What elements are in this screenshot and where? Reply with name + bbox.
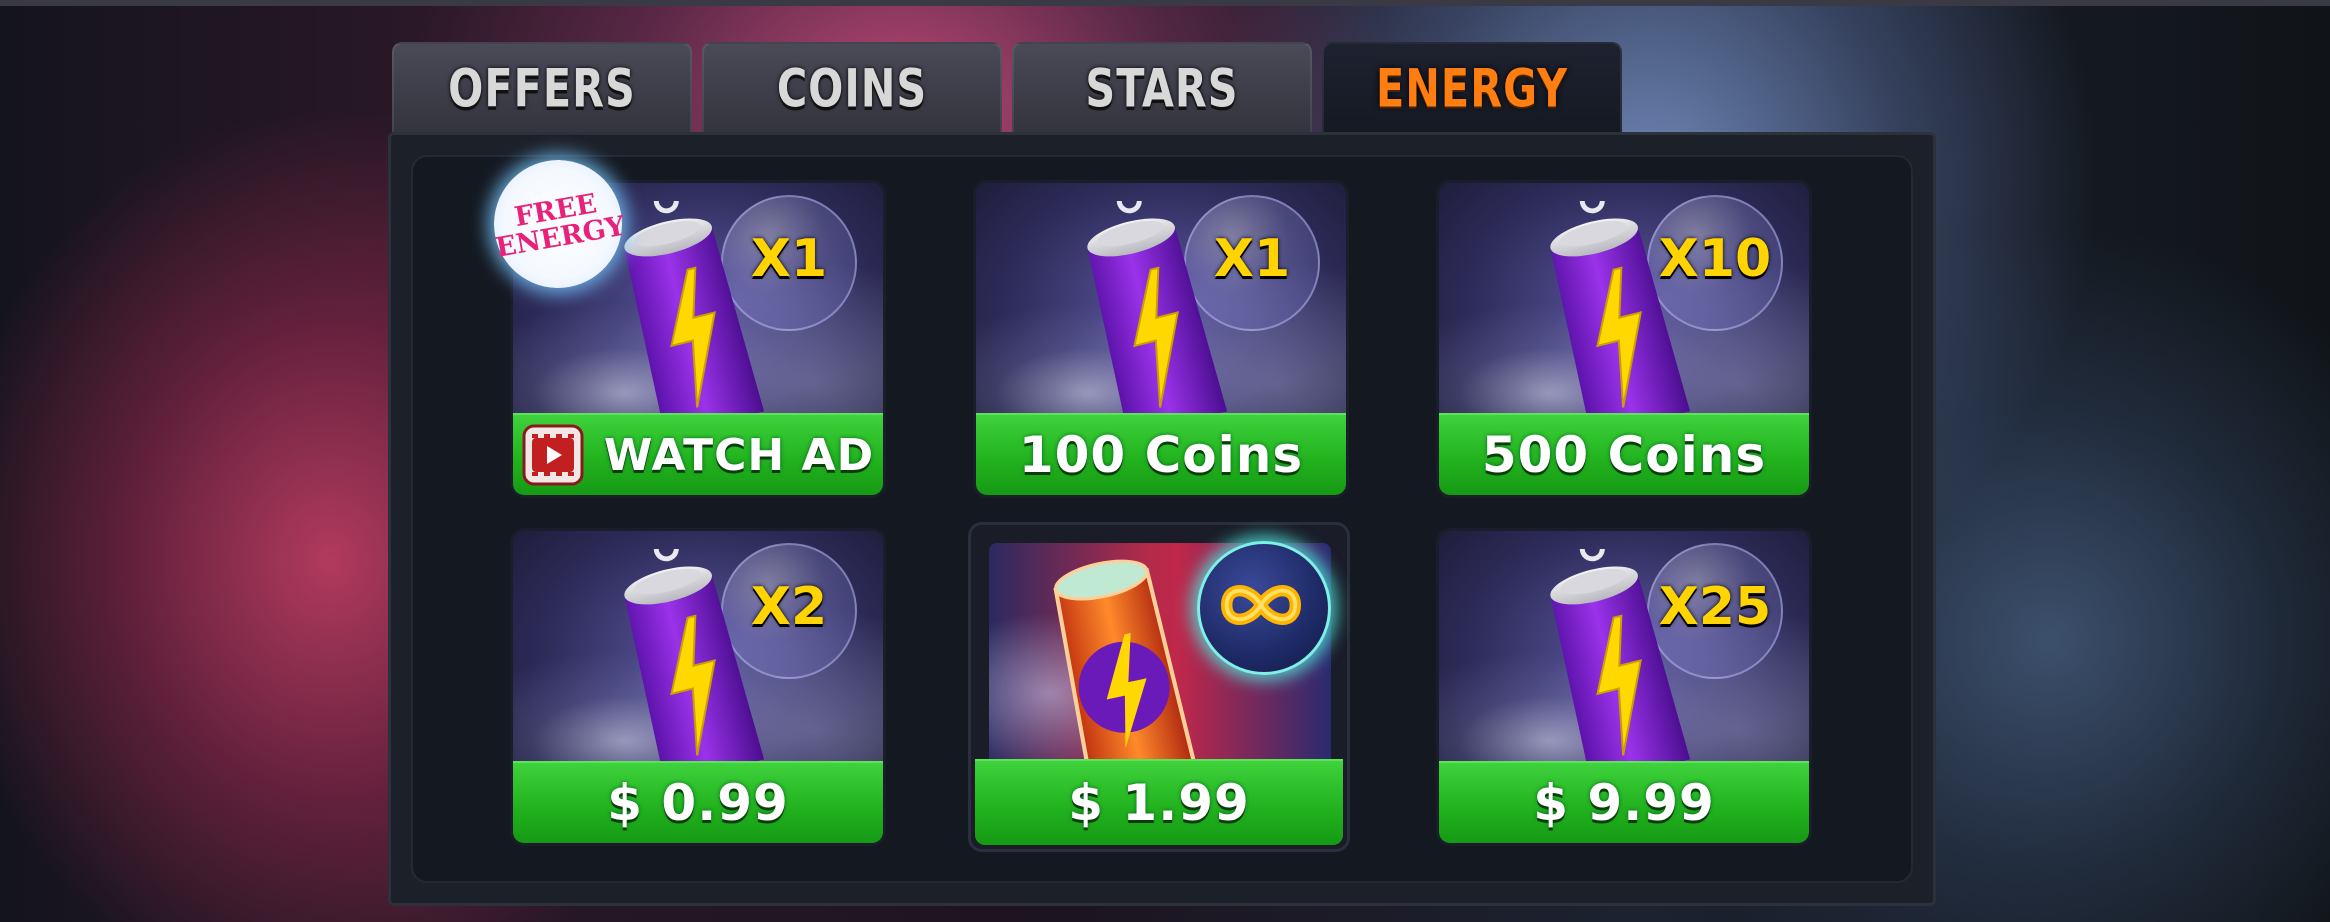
tab-energy[interactable]: ENERGY <box>1322 42 1622 132</box>
energy-can-icon <box>603 549 773 781</box>
price-label: $ 0.99 <box>607 774 789 832</box>
buy-button[interactable]: $ 9.99 <box>1439 761 1809 843</box>
buy-button[interactable]: 100 Coins <box>976 413 1346 495</box>
price-label: $ 1.99 <box>1068 774 1250 832</box>
tab-label: ENERGY <box>1376 56 1568 120</box>
top-border <box>0 0 2330 6</box>
energy-offer-x2[interactable]: X2 $ 0.99 <box>510 528 886 846</box>
energy-can-icon <box>1529 201 1699 433</box>
price-label: WATCH AD <box>603 429 875 481</box>
tab-offers[interactable]: OFFERS <box>392 42 692 132</box>
video-ad-icon <box>522 424 584 486</box>
energy-can-icon <box>1029 543 1209 775</box>
infinity-icon <box>1197 541 1331 675</box>
buy-button[interactable]: $ 0.99 <box>513 761 883 843</box>
energy-can-icon <box>1529 549 1699 781</box>
energy-can-icon <box>603 201 773 433</box>
tab-label: COINS <box>776 56 928 120</box>
tab-label: STARS <box>1085 56 1239 120</box>
energy-offer-500-coins[interactable]: X10 500 Coins <box>1436 180 1812 498</box>
energy-can-icon <box>1066 201 1236 433</box>
buy-button[interactable]: 500 Coins <box>1439 413 1809 495</box>
price-label: $ 9.99 <box>1533 774 1715 832</box>
energy-offer-x25[interactable]: X25 $ 9.99 <box>1436 528 1812 846</box>
tab-coins[interactable]: COINS <box>702 42 1002 132</box>
energy-offer-unlimited[interactable]: $ 1.99 <box>968 522 1350 852</box>
buy-button[interactable]: $ 1.99 <box>975 759 1343 845</box>
price-label: 500 Coins <box>1481 426 1767 484</box>
watch-ad-button[interactable]: WATCH AD <box>513 413 883 495</box>
energy-offer-100-coins[interactable]: X1 100 Coins <box>973 180 1349 498</box>
price-label: 100 Coins <box>1018 426 1304 484</box>
tab-stars[interactable]: STARS <box>1012 42 1312 132</box>
tab-label: OFFERS <box>448 56 636 120</box>
